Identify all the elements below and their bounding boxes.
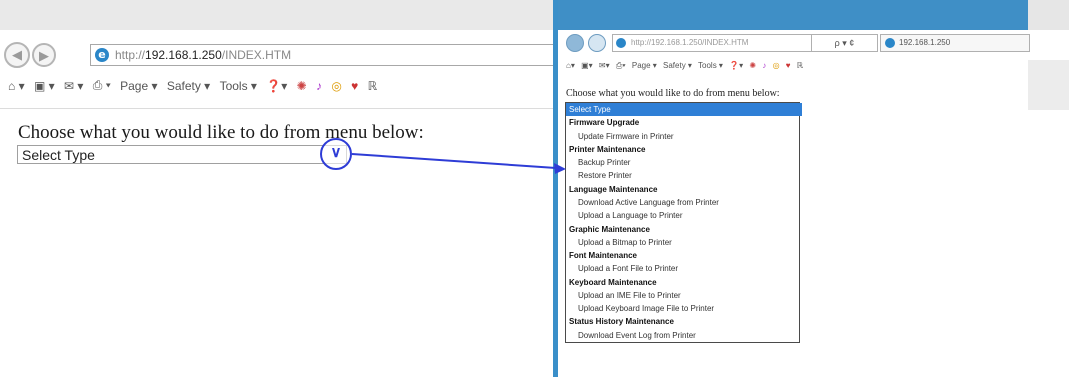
arrow-line [351, 153, 557, 169]
arrow-head [554, 163, 566, 174]
annotation-arrow [351, 153, 566, 174]
